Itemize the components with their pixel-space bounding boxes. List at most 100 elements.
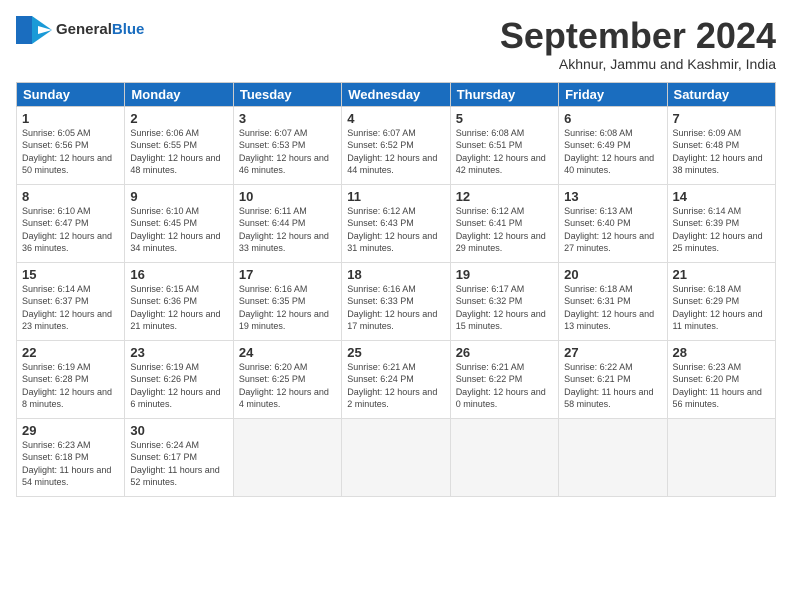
table-cell: 10 Sunrise: 6:11 AMSunset: 6:44 PMDaylig… (233, 184, 341, 262)
table-cell (233, 418, 341, 496)
day-detail: Sunrise: 6:08 AMSunset: 6:49 PMDaylight:… (564, 127, 661, 177)
table-cell: 2 Sunrise: 6:06 AMSunset: 6:55 PMDayligh… (125, 106, 233, 184)
day-detail: Sunrise: 6:23 AMSunset: 6:20 PMDaylight:… (673, 361, 770, 411)
day-number: 8 (22, 189, 119, 204)
calendar-week-5: 29 Sunrise: 6:23 AMSunset: 6:18 PMDaylig… (17, 418, 776, 496)
logo-icon (16, 16, 52, 44)
table-cell: 6 Sunrise: 6:08 AMSunset: 6:49 PMDayligh… (559, 106, 667, 184)
day-detail: Sunrise: 6:18 AMSunset: 6:29 PMDaylight:… (673, 283, 770, 333)
col-sunday: Sunday (17, 82, 125, 106)
day-number: 26 (456, 345, 553, 360)
day-detail: Sunrise: 6:12 AMSunset: 6:43 PMDaylight:… (347, 205, 444, 255)
calendar-week-3: 15 Sunrise: 6:14 AMSunset: 6:37 PMDaylig… (17, 262, 776, 340)
day-detail: Sunrise: 6:17 AMSunset: 6:32 PMDaylight:… (456, 283, 553, 333)
title-area: September 2024 Akhnur, Jammu and Kashmir… (500, 16, 776, 72)
calendar-week-1: 1 Sunrise: 6:05 AMSunset: 6:56 PMDayligh… (17, 106, 776, 184)
table-cell: 16 Sunrise: 6:15 AMSunset: 6:36 PMDaylig… (125, 262, 233, 340)
location-subtitle: Akhnur, Jammu and Kashmir, India (500, 56, 776, 72)
table-cell: 15 Sunrise: 6:14 AMSunset: 6:37 PMDaylig… (17, 262, 125, 340)
day-number: 20 (564, 267, 661, 282)
logo: GeneralBlue (16, 16, 144, 44)
table-cell: 1 Sunrise: 6:05 AMSunset: 6:56 PMDayligh… (17, 106, 125, 184)
day-detail: Sunrise: 6:24 AMSunset: 6:17 PMDaylight:… (130, 439, 227, 489)
day-detail: Sunrise: 6:21 AMSunset: 6:24 PMDaylight:… (347, 361, 444, 411)
day-number: 18 (347, 267, 444, 282)
logo-blue: Blue (112, 21, 145, 38)
table-cell: 12 Sunrise: 6:12 AMSunset: 6:41 PMDaylig… (450, 184, 558, 262)
table-cell (667, 418, 775, 496)
table-cell: 8 Sunrise: 6:10 AMSunset: 6:47 PMDayligh… (17, 184, 125, 262)
day-detail: Sunrise: 6:16 AMSunset: 6:35 PMDaylight:… (239, 283, 336, 333)
day-detail: Sunrise: 6:10 AMSunset: 6:45 PMDaylight:… (130, 205, 227, 255)
table-cell: 23 Sunrise: 6:19 AMSunset: 6:26 PMDaylig… (125, 340, 233, 418)
day-number: 27 (564, 345, 661, 360)
day-number: 16 (130, 267, 227, 282)
day-detail: Sunrise: 6:14 AMSunset: 6:39 PMDaylight:… (673, 205, 770, 255)
day-detail: Sunrise: 6:19 AMSunset: 6:26 PMDaylight:… (130, 361, 227, 411)
col-friday: Friday (559, 82, 667, 106)
day-detail: Sunrise: 6:21 AMSunset: 6:22 PMDaylight:… (456, 361, 553, 411)
table-cell: 28 Sunrise: 6:23 AMSunset: 6:20 PMDaylig… (667, 340, 775, 418)
day-detail: Sunrise: 6:05 AMSunset: 6:56 PMDaylight:… (22, 127, 119, 177)
table-cell: 13 Sunrise: 6:13 AMSunset: 6:40 PMDaylig… (559, 184, 667, 262)
day-number: 15 (22, 267, 119, 282)
table-cell: 4 Sunrise: 6:07 AMSunset: 6:52 PMDayligh… (342, 106, 450, 184)
day-detail: Sunrise: 6:07 AMSunset: 6:52 PMDaylight:… (347, 127, 444, 177)
table-cell: 29 Sunrise: 6:23 AMSunset: 6:18 PMDaylig… (17, 418, 125, 496)
day-detail: Sunrise: 6:07 AMSunset: 6:53 PMDaylight:… (239, 127, 336, 177)
table-cell: 9 Sunrise: 6:10 AMSunset: 6:45 PMDayligh… (125, 184, 233, 262)
day-detail: Sunrise: 6:18 AMSunset: 6:31 PMDaylight:… (564, 283, 661, 333)
table-cell (342, 418, 450, 496)
logo-general: General (56, 21, 112, 38)
day-number: 25 (347, 345, 444, 360)
page: GeneralBlue September 2024 Akhnur, Jammu… (0, 0, 792, 612)
day-detail: Sunrise: 6:22 AMSunset: 6:21 PMDaylight:… (564, 361, 661, 411)
day-number: 1 (22, 111, 119, 126)
day-number: 5 (456, 111, 553, 126)
day-number: 2 (130, 111, 227, 126)
day-detail: Sunrise: 6:23 AMSunset: 6:18 PMDaylight:… (22, 439, 119, 489)
table-cell: 7 Sunrise: 6:09 AMSunset: 6:48 PMDayligh… (667, 106, 775, 184)
day-detail: Sunrise: 6:10 AMSunset: 6:47 PMDaylight:… (22, 205, 119, 255)
day-number: 14 (673, 189, 770, 204)
calendar-week-4: 22 Sunrise: 6:19 AMSunset: 6:28 PMDaylig… (17, 340, 776, 418)
day-number: 12 (456, 189, 553, 204)
table-cell: 26 Sunrise: 6:21 AMSunset: 6:22 PMDaylig… (450, 340, 558, 418)
col-wednesday: Wednesday (342, 82, 450, 106)
day-number: 13 (564, 189, 661, 204)
table-cell: 5 Sunrise: 6:08 AMSunset: 6:51 PMDayligh… (450, 106, 558, 184)
day-number: 23 (130, 345, 227, 360)
header: GeneralBlue September 2024 Akhnur, Jammu… (16, 16, 776, 72)
day-number: 30 (130, 423, 227, 438)
table-cell: 21 Sunrise: 6:18 AMSunset: 6:29 PMDaylig… (667, 262, 775, 340)
day-detail: Sunrise: 6:08 AMSunset: 6:51 PMDaylight:… (456, 127, 553, 177)
day-number: 21 (673, 267, 770, 282)
day-number: 4 (347, 111, 444, 126)
table-cell: 20 Sunrise: 6:18 AMSunset: 6:31 PMDaylig… (559, 262, 667, 340)
table-cell: 11 Sunrise: 6:12 AMSunset: 6:43 PMDaylig… (342, 184, 450, 262)
table-cell: 18 Sunrise: 6:16 AMSunset: 6:33 PMDaylig… (342, 262, 450, 340)
day-detail: Sunrise: 6:15 AMSunset: 6:36 PMDaylight:… (130, 283, 227, 333)
day-detail: Sunrise: 6:13 AMSunset: 6:40 PMDaylight:… (564, 205, 661, 255)
table-cell: 27 Sunrise: 6:22 AMSunset: 6:21 PMDaylig… (559, 340, 667, 418)
day-detail: Sunrise: 6:20 AMSunset: 6:25 PMDaylight:… (239, 361, 336, 411)
month-title: September 2024 (500, 16, 776, 56)
day-number: 29 (22, 423, 119, 438)
day-detail: Sunrise: 6:14 AMSunset: 6:37 PMDaylight:… (22, 283, 119, 333)
day-number: 28 (673, 345, 770, 360)
table-cell: 22 Sunrise: 6:19 AMSunset: 6:28 PMDaylig… (17, 340, 125, 418)
day-number: 17 (239, 267, 336, 282)
table-cell (450, 418, 558, 496)
table-cell: 3 Sunrise: 6:07 AMSunset: 6:53 PMDayligh… (233, 106, 341, 184)
calendar-table: Sunday Monday Tuesday Wednesday Thursday… (16, 82, 776, 497)
day-number: 3 (239, 111, 336, 126)
table-cell (559, 418, 667, 496)
day-number: 6 (564, 111, 661, 126)
day-detail: Sunrise: 6:11 AMSunset: 6:44 PMDaylight:… (239, 205, 336, 255)
day-detail: Sunrise: 6:19 AMSunset: 6:28 PMDaylight:… (22, 361, 119, 411)
col-saturday: Saturday (667, 82, 775, 106)
table-cell: 14 Sunrise: 6:14 AMSunset: 6:39 PMDaylig… (667, 184, 775, 262)
table-cell: 25 Sunrise: 6:21 AMSunset: 6:24 PMDaylig… (342, 340, 450, 418)
table-cell: 24 Sunrise: 6:20 AMSunset: 6:25 PMDaylig… (233, 340, 341, 418)
day-detail: Sunrise: 6:16 AMSunset: 6:33 PMDaylight:… (347, 283, 444, 333)
